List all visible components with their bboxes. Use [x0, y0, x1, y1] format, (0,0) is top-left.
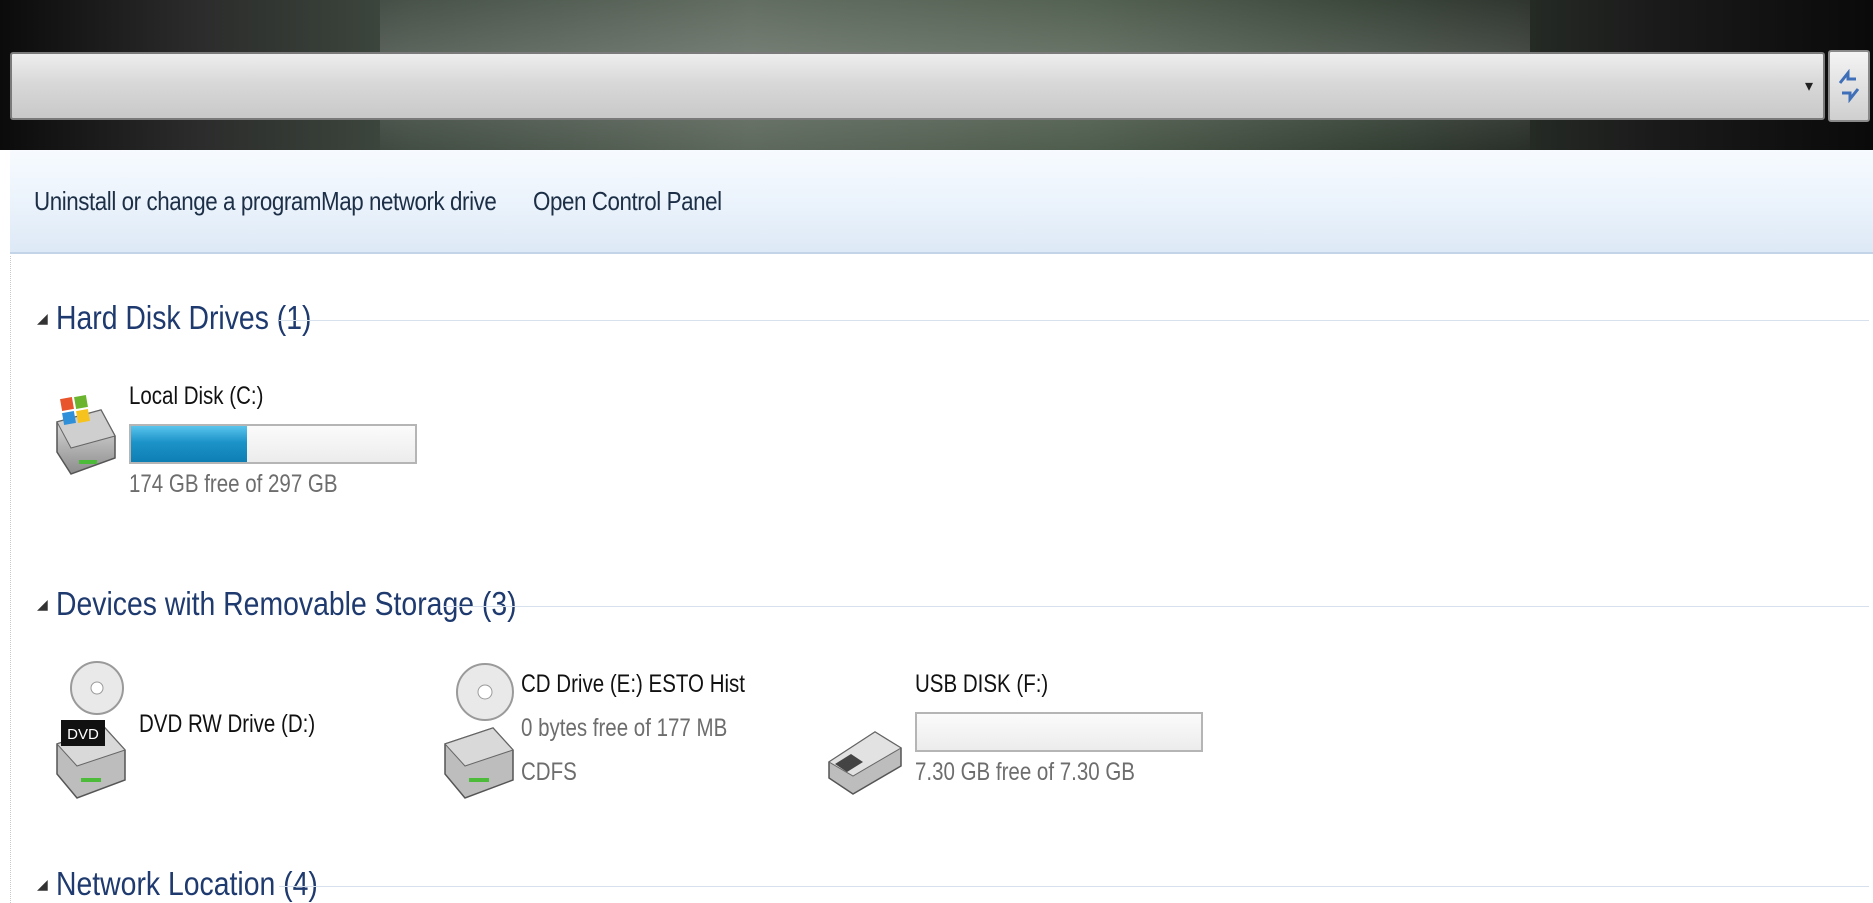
- dvd-drive-icon: DVD: [56, 661, 126, 799]
- drive-name: USB DISK (F:): [915, 670, 1049, 698]
- windows-hard-disk-icon: [56, 395, 116, 475]
- drives-view: ◢ Hard Disk Drives (1) Local Disk (C:) 1…: [10, 256, 1873, 903]
- refresh-icon: [1838, 69, 1860, 103]
- group-header-removable[interactable]: ◢ Devices with Removable Storage (3): [37, 582, 591, 626]
- group-title-removable: Devices with Removable Storage (3): [55, 585, 517, 622]
- collapse-arrow-icon[interactable]: ◢: [37, 596, 48, 613]
- group-divider: [443, 606, 1869, 607]
- drive-free-space: 0 bytes free of 177 MB: [521, 714, 728, 742]
- capacity-bar: [129, 424, 417, 464]
- drive-name: Local Disk (C:): [129, 382, 264, 410]
- command-toolbar: Uninstall or change a program Map networ…: [10, 150, 1873, 254]
- group-header-network[interactable]: ◢ Network Location (4): [37, 862, 360, 903]
- dvd-badge: DVD: [67, 726, 99, 743]
- capacity-fill: [131, 426, 248, 462]
- drive-dvd-rw-d[interactable]: DVD DVD RW Drive (D:): [47, 656, 377, 816]
- drive-cd-e[interactable]: CD Drive (E:) ESTO Hist 0 bytes free of …: [435, 656, 765, 816]
- drive-name: DVD RW Drive (D:): [139, 710, 316, 738]
- drive-name: CD Drive (E:) ESTO Hist: [521, 670, 746, 698]
- drive-free-space: 7.30 GB free of 7.30 GB: [915, 758, 1135, 786]
- capacity-bar: [915, 712, 1203, 752]
- group-divider: [279, 886, 1869, 887]
- drive-local-disk-c[interactable]: Local Disk (C:) 174 GB free of 297 GB: [47, 316, 447, 506]
- drive-filesystem: CDFS: [521, 758, 577, 786]
- address-bar[interactable]: [10, 52, 1825, 120]
- group-divider: [279, 320, 1869, 321]
- uninstall-program-button[interactable]: Uninstall or change a program: [34, 186, 321, 217]
- group-title-network: Network Location (4): [55, 865, 318, 902]
- collapse-arrow-icon[interactable]: ◢: [37, 876, 48, 893]
- cd-drive-icon: [444, 663, 514, 799]
- open-control-panel-button[interactable]: Open Control Panel: [533, 186, 722, 217]
- map-network-drive-button[interactable]: Map network drive: [321, 186, 497, 217]
- drive-free-space: 174 GB free of 297 GB: [129, 470, 338, 498]
- chevron-down-icon[interactable]: ▾: [1792, 52, 1826, 120]
- drive-usb-disk-f[interactable]: USB DISK (F:) 7.30 GB free of 7.30 GB: [823, 656, 1223, 816]
- usb-drive-icon: [828, 731, 902, 795]
- refresh-button[interactable]: [1828, 50, 1870, 122]
